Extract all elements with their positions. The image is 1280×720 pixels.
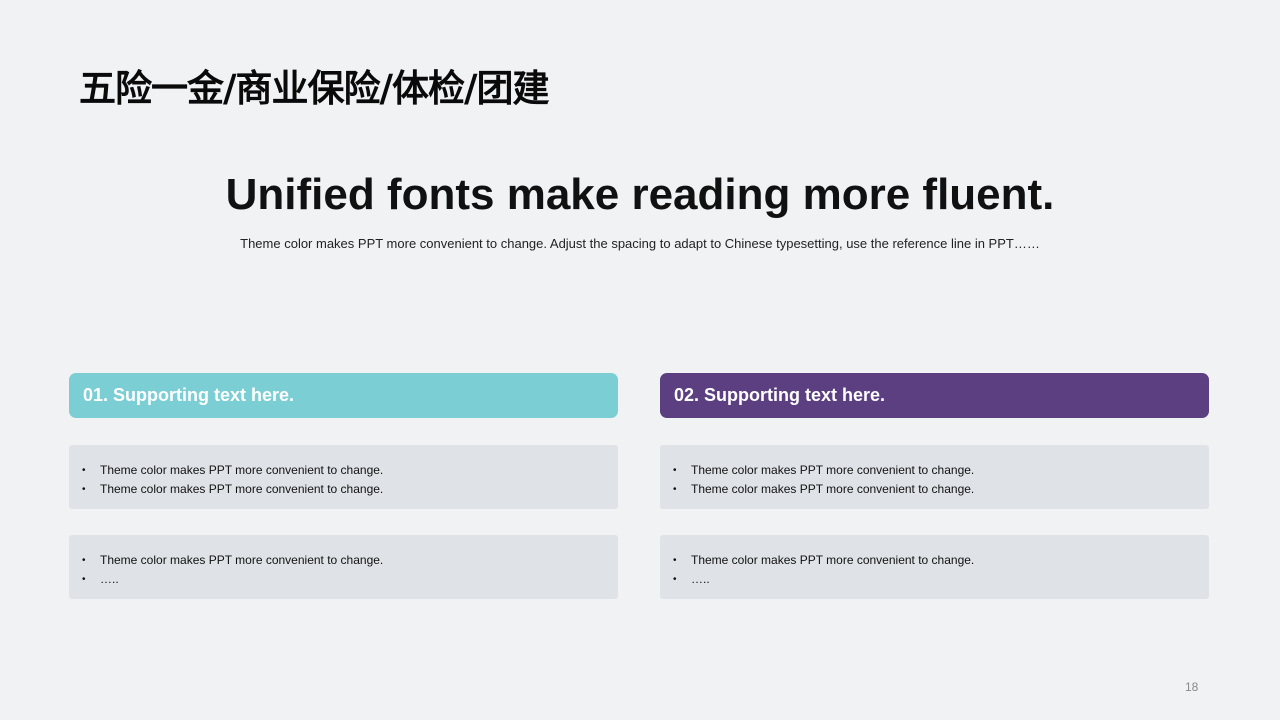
- list-item: • Theme color makes PPT more convenient t…: [69, 480, 618, 499]
- headline: Unified fonts make reading more fluent.: [225, 170, 1055, 219]
- list-item-text: Theme color makes PPT more convenient to…: [100, 553, 384, 567]
- list-item: • Theme color makes PPT more convenient t…: [660, 461, 1209, 480]
- bullet-list: • Theme color makes PPT more convenient t…: [69, 461, 618, 499]
- slide-title: 五险一金/商业保险/体检/团建: [79, 67, 550, 110]
- page-number: 18: [1185, 680, 1199, 694]
- list-item-text: Theme color makes PPT more convenient to…: [691, 553, 975, 567]
- bullet-icon: •: [673, 574, 677, 585]
- bullet-list: • Theme color makes PPT more convenient t…: [660, 461, 1209, 499]
- list-item-text: …..: [691, 572, 710, 586]
- list-item-text: Theme color makes PPT more convenient to…: [691, 482, 975, 496]
- list-item: • Theme color makes PPT more convenient t…: [660, 480, 1209, 499]
- list-item-text: Theme color makes PPT more convenient to…: [100, 463, 384, 477]
- card-01-b: • Theme color makes PPT more convenient t…: [69, 535, 618, 599]
- bullet-icon: •: [82, 555, 86, 566]
- card-02-a: • Theme color makes PPT more convenient t…: [660, 445, 1209, 509]
- column-header-02: 02. Supporting text here.: [660, 373, 1209, 418]
- bullet-list: • Theme color makes PPT more convenient t…: [660, 551, 1209, 589]
- column-header-01: 01. Supporting text here.: [69, 373, 618, 418]
- list-item: • Theme color makes PPT more convenient t…: [69, 551, 618, 570]
- bullet-icon: •: [82, 484, 86, 495]
- bullet-icon: •: [82, 465, 86, 476]
- list-item: • …..: [69, 570, 618, 589]
- bullet-list: • Theme color makes PPT more convenient t…: [69, 551, 618, 589]
- list-item-text: Theme color makes PPT more convenient to…: [691, 463, 975, 477]
- list-item-text: Theme color makes PPT more convenient to…: [100, 482, 384, 496]
- list-item: • …..: [660, 570, 1209, 589]
- list-item: • Theme color makes PPT more convenient t…: [660, 551, 1209, 570]
- card-02-b: • Theme color makes PPT more convenient t…: [660, 535, 1209, 599]
- list-item-text: …..: [100, 572, 119, 586]
- list-item: • Theme color makes PPT more convenient t…: [69, 461, 618, 480]
- subline: Theme color makes PPT more convenient to…: [240, 236, 1040, 251]
- bullet-icon: •: [673, 484, 677, 495]
- card-01-a: • Theme color makes PPT more convenient t…: [69, 445, 618, 509]
- bullet-icon: •: [673, 555, 677, 566]
- bullet-icon: •: [82, 574, 86, 585]
- bullet-icon: •: [673, 465, 677, 476]
